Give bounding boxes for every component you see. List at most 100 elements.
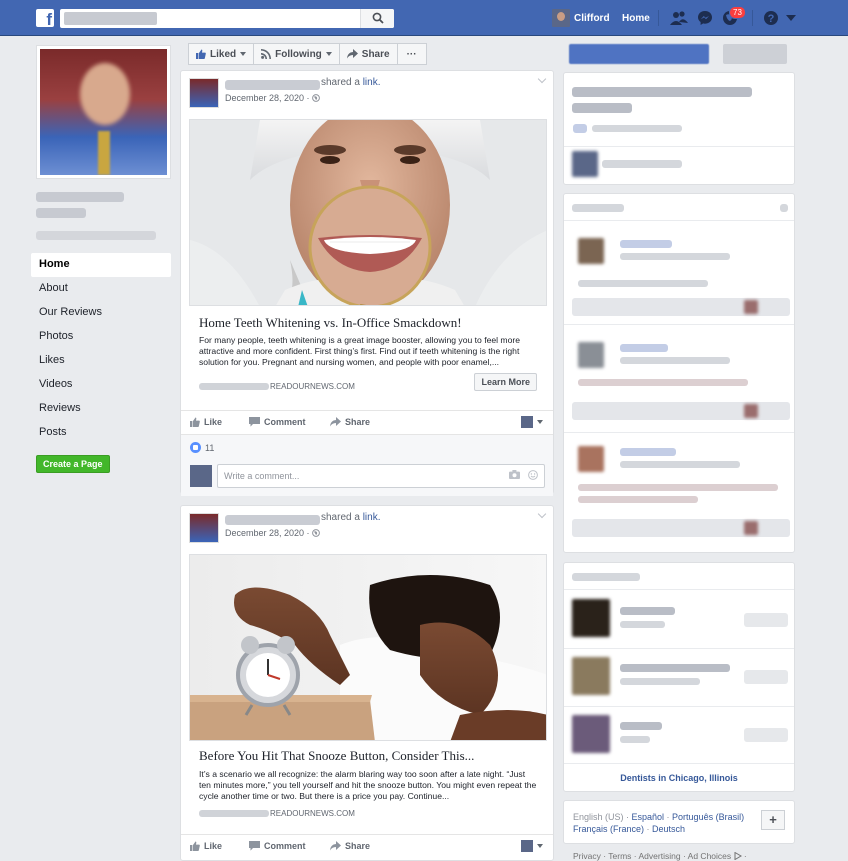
sidebar-item-photos[interactable]: Photos	[31, 325, 171, 349]
post-timestamp[interactable]: December 28, 2020 ·	[225, 93, 320, 103]
help-icon[interactable]: ?	[763, 10, 779, 26]
feed-post: shared a link. December 28, 2020 ·	[180, 70, 554, 496]
thumbs-up-icon	[190, 841, 200, 851]
post-actions-bar: Like Comment Share	[181, 834, 553, 858]
ad-choices-icon	[734, 851, 742, 861]
post-shared-text: shared a link.	[321, 512, 381, 523]
comment-button[interactable]: Comment	[249, 841, 306, 851]
comment-button[interactable]: Comment	[249, 417, 306, 427]
more-options-button[interactable]: ···	[396, 43, 427, 65]
sidebar-item-home[interactable]: Home	[31, 253, 171, 277]
post-link-image[interactable]	[189, 119, 547, 306]
nav-divider	[658, 10, 659, 26]
share-arrow-icon	[346, 49, 358, 59]
share-label: Share	[361, 48, 390, 60]
post-options-chevron-icon[interactable]	[537, 509, 547, 519]
post-link-image[interactable]	[189, 554, 547, 741]
top-bar: f Clifford Home 73 ?	[0, 0, 848, 36]
notifications-badge: 73	[729, 6, 746, 19]
language-link-deutsch[interactable]: Deutsch	[652, 824, 685, 834]
sidebar-item-about[interactable]: About	[31, 277, 171, 301]
account-menu-caret-icon[interactable]	[786, 15, 796, 21]
language-link-francais[interactable]: Français (France)	[573, 824, 644, 834]
footer-link-advertising[interactable]: Advertising	[639, 851, 681, 861]
post-timestamp[interactable]: December 28, 2020 ·	[225, 528, 320, 538]
friends-icon[interactable]	[670, 10, 688, 26]
post-link-word[interactable]: link.	[363, 512, 381, 523]
chevron-down-icon	[537, 420, 543, 424]
language-options: English (US) · Español · Português (Bras…	[573, 812, 745, 834]
thumbs-up-icon	[190, 417, 200, 427]
post-link-domain: READOURNEWS.COM	[199, 382, 355, 391]
share-arrow-icon	[330, 841, 341, 851]
search-button[interactable]	[360, 9, 394, 28]
avatar[interactable]	[189, 513, 219, 543]
following-button[interactable]: Following	[253, 43, 340, 65]
post-as-selector[interactable]	[521, 840, 543, 852]
sidebar-item-our-reviews[interactable]: Our Reviews	[31, 301, 171, 325]
sidebar-item-likes[interactable]: Likes	[31, 349, 171, 373]
liked-button[interactable]: Liked	[188, 43, 255, 65]
search-blurred-text	[64, 12, 157, 25]
footer-links: Privacy · Terms · Advertising · Ad Choic…	[573, 851, 747, 861]
share-page-button[interactable]: Share	[338, 43, 398, 65]
nav-profile-link[interactable]: Clifford	[552, 9, 610, 27]
avatar	[521, 840, 533, 852]
nav-home-link[interactable]: Home	[622, 13, 650, 24]
share-button[interactable]: Share	[330, 417, 370, 427]
post-link-title[interactable]: Before You Hit That Snooze Button, Consi…	[199, 748, 474, 764]
emoji-icon[interactable]	[528, 470, 538, 480]
reactions-and-comments: 11 Write a comment...	[181, 434, 553, 496]
post-shared-text: shared a link.	[321, 77, 381, 88]
post-as-selector[interactable]	[521, 416, 543, 428]
post-link-domain: READOURNEWS.COM	[199, 809, 355, 818]
message-button-blurred[interactable]	[723, 44, 787, 64]
post-options-chevron-icon[interactable]	[537, 74, 547, 84]
dentists-in-chicago-link[interactable]: Dentists in Chicago, Illinois	[564, 773, 794, 783]
sidebar-item-videos[interactable]: Videos	[31, 373, 171, 397]
nav-divider	[752, 10, 753, 26]
current-language: English (US)	[573, 812, 624, 822]
nav-user-name: Clifford	[574, 12, 610, 24]
like-reaction-icon	[190, 442, 201, 453]
post-link-description: For many people, teeth whitening is a gr…	[199, 335, 521, 367]
language-link-espanol[interactable]: Español	[632, 812, 665, 822]
post-author-blurred[interactable]	[225, 80, 320, 90]
recommend-box-blurred	[563, 72, 795, 185]
post-header: shared a link. December 28, 2020 ·	[181, 506, 553, 546]
footer-link-terms[interactable]: Terms	[608, 851, 631, 861]
avatar[interactable]	[189, 78, 219, 108]
post-actions-bar: Like Comment Share	[181, 410, 553, 434]
search-input[interactable]	[60, 9, 394, 28]
camera-icon[interactable]	[509, 470, 520, 479]
rss-icon	[261, 49, 272, 59]
sidebar-item-posts[interactable]: Posts	[31, 421, 171, 445]
call-to-action-button-blurred[interactable]	[569, 44, 709, 64]
like-button[interactable]: Like	[190, 841, 222, 851]
language-link-portugues[interactable]: Português (Brasil)	[672, 812, 744, 822]
create-page-button[interactable]: Create a Page	[36, 455, 110, 473]
footer-link-ad-choices[interactable]: Ad Choices	[688, 851, 731, 861]
language-selector-box: English (US) · Español · Português (Bras…	[563, 800, 795, 844]
sidebar-item-reviews[interactable]: Reviews	[31, 397, 171, 421]
share-arrow-icon	[330, 417, 341, 427]
globe-icon	[312, 529, 320, 537]
footer-link-privacy[interactable]: Privacy	[573, 851, 601, 861]
learn-more-button[interactable]: Learn More	[474, 373, 537, 391]
post-link-title[interactable]: Home Teeth Whitening vs. In-Office Smack…	[199, 315, 462, 331]
post-author-blurred[interactable]	[225, 515, 320, 525]
page-profile-picture[interactable]	[36, 45, 171, 179]
page-action-bar: Liked Following Share ···	[188, 43, 427, 65]
post-link-word[interactable]: link.	[363, 77, 381, 88]
like-count[interactable]: 11	[190, 442, 214, 453]
comment-input[interactable]: Write a comment...	[217, 464, 545, 488]
share-button[interactable]: Share	[330, 841, 370, 851]
facebook-logo-icon[interactable]: f	[36, 9, 54, 29]
globe-icon	[312, 94, 320, 102]
like-button[interactable]: Like	[190, 417, 222, 427]
messenger-icon[interactable]	[697, 10, 713, 26]
chevron-down-icon	[240, 52, 247, 56]
more-languages-button[interactable]: +	[761, 810, 785, 830]
avatar	[190, 465, 212, 487]
chevron-down-icon	[325, 52, 332, 56]
